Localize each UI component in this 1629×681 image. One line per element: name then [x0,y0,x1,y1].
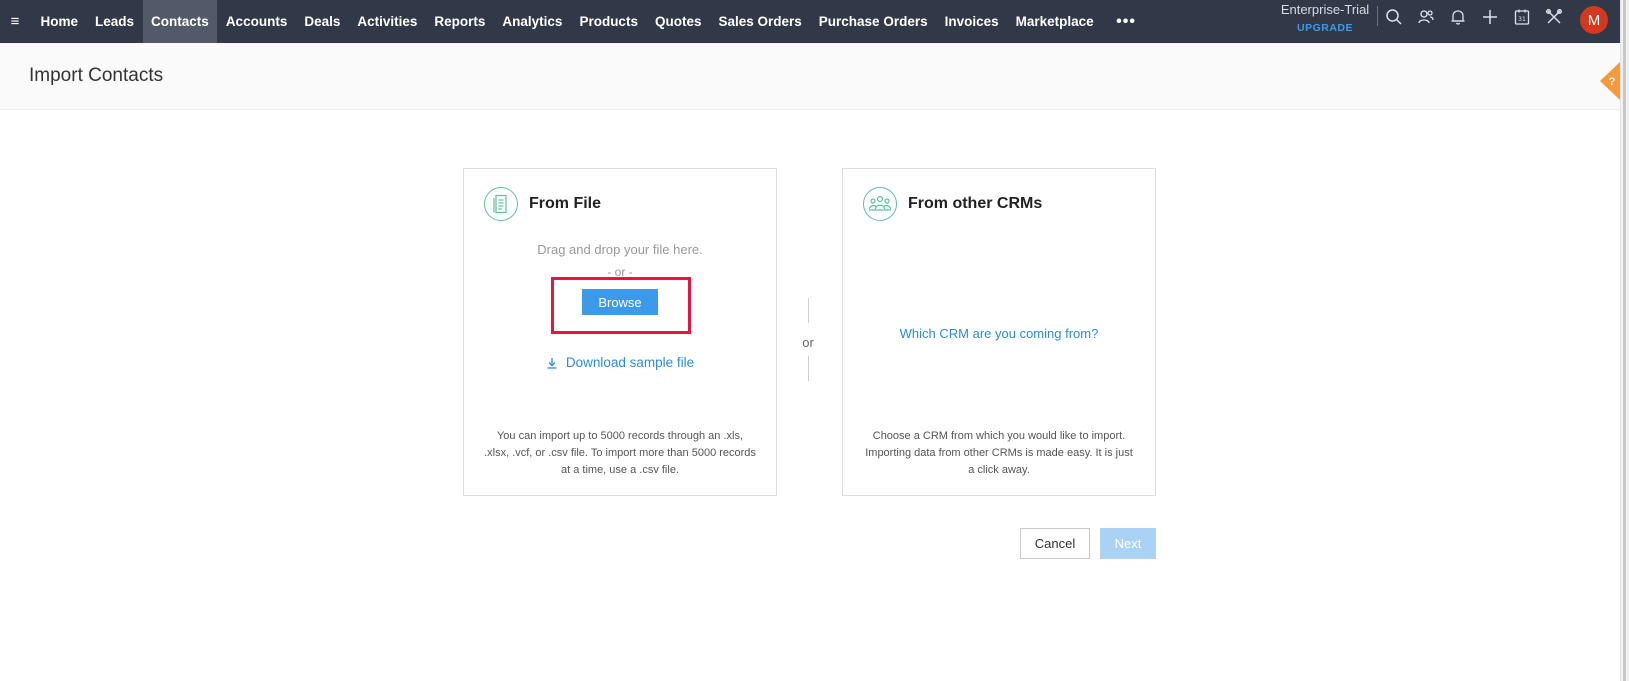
contacts-icon[interactable] [1417,8,1437,28]
which-crm-link[interactable]: Which CRM are you coming from? [843,326,1155,341]
avatar[interactable]: M [1580,6,1608,34]
tools-icon[interactable] [1545,8,1565,28]
tab-deals[interactable]: Deals [296,0,349,43]
divider-top [808,298,809,323]
download-icon [547,357,557,369]
tab-products[interactable]: Products [571,0,647,43]
tab-analytics[interactable]: Analytics [494,0,571,43]
bell-icon[interactable] [1449,8,1469,28]
tab-accounts[interactable]: Accounts [217,0,296,43]
tab-purchase-orders[interactable]: Purchase Orders [810,0,936,43]
cancel-button[interactable]: Cancel [1020,528,1090,559]
from-file-title: From File [529,195,602,212]
tab-leads[interactable]: Leads [87,0,143,43]
download-sample-link[interactable]: Download sample file [464,355,776,370]
tab-marketplace[interactable]: Marketplace [1007,0,1102,43]
plus-icon[interactable] [1481,8,1501,28]
next-button[interactable]: Next [1100,528,1156,559]
drop-zone-text[interactable]: Drag and drop your file here. [464,242,776,257]
help-icon[interactable]: ? [1600,62,1620,100]
module-tabs: Home Leads Contacts Accounts Deals Activ… [32,0,1150,43]
page-header: Import Contacts [0,43,1620,110]
group-icon [863,187,897,221]
scrollbar-thumb[interactable] [1623,0,1626,681]
plan-info: Enterprise-Trial UPGRADE [1270,2,1380,38]
divider-bottom [808,356,809,381]
from-file-note: You can import up to 5000 records throug… [484,430,756,476]
separator-or: or [802,335,814,350]
tab-sales-orders[interactable]: Sales Orders [710,0,810,43]
tab-contacts[interactable]: Contacts [142,0,218,43]
page-title: Import Contacts [29,65,164,86]
toolbar-divider [1377,6,1378,26]
download-sample-label: Download sample file [565,355,695,370]
tab-invoices[interactable]: Invoices [936,0,1007,43]
tab-activities[interactable]: Activities [349,0,426,43]
from-crm-note: Choose a CRM from which you would like t… [865,430,1133,476]
calendar-icon[interactable]: 31 [1513,8,1533,28]
top-navigation: ≡ Home Leads Contacts Accounts Deals Act… [0,0,1620,43]
svg-text:?: ? [1609,76,1616,88]
browse-button[interactable]: Browse [582,289,658,315]
plan-name: Enterprise-Trial [1280,2,1370,17]
tab-quotes[interactable]: Quotes [646,0,710,43]
from-crm-card: From other CRMs Which CRM are you coming… [842,168,1156,496]
hamburger-icon[interactable]: ≡ [2,0,28,43]
from-crm-title: From other CRMs [908,195,1043,212]
upgrade-link[interactable]: UPGRADE [1270,18,1380,38]
more-tabs-button[interactable]: ••• [1102,0,1150,43]
file-icon [484,187,518,221]
tab-home[interactable]: Home [32,0,87,43]
svg-text:31: 31 [1518,16,1526,23]
from-file-header: From File [484,187,601,221]
from-crm-header: From other CRMs [863,187,1042,221]
tab-reports[interactable]: Reports [426,0,494,43]
search-icon[interactable] [1385,8,1405,28]
from-file-card: From File Drag and drop your file here. … [463,168,777,496]
